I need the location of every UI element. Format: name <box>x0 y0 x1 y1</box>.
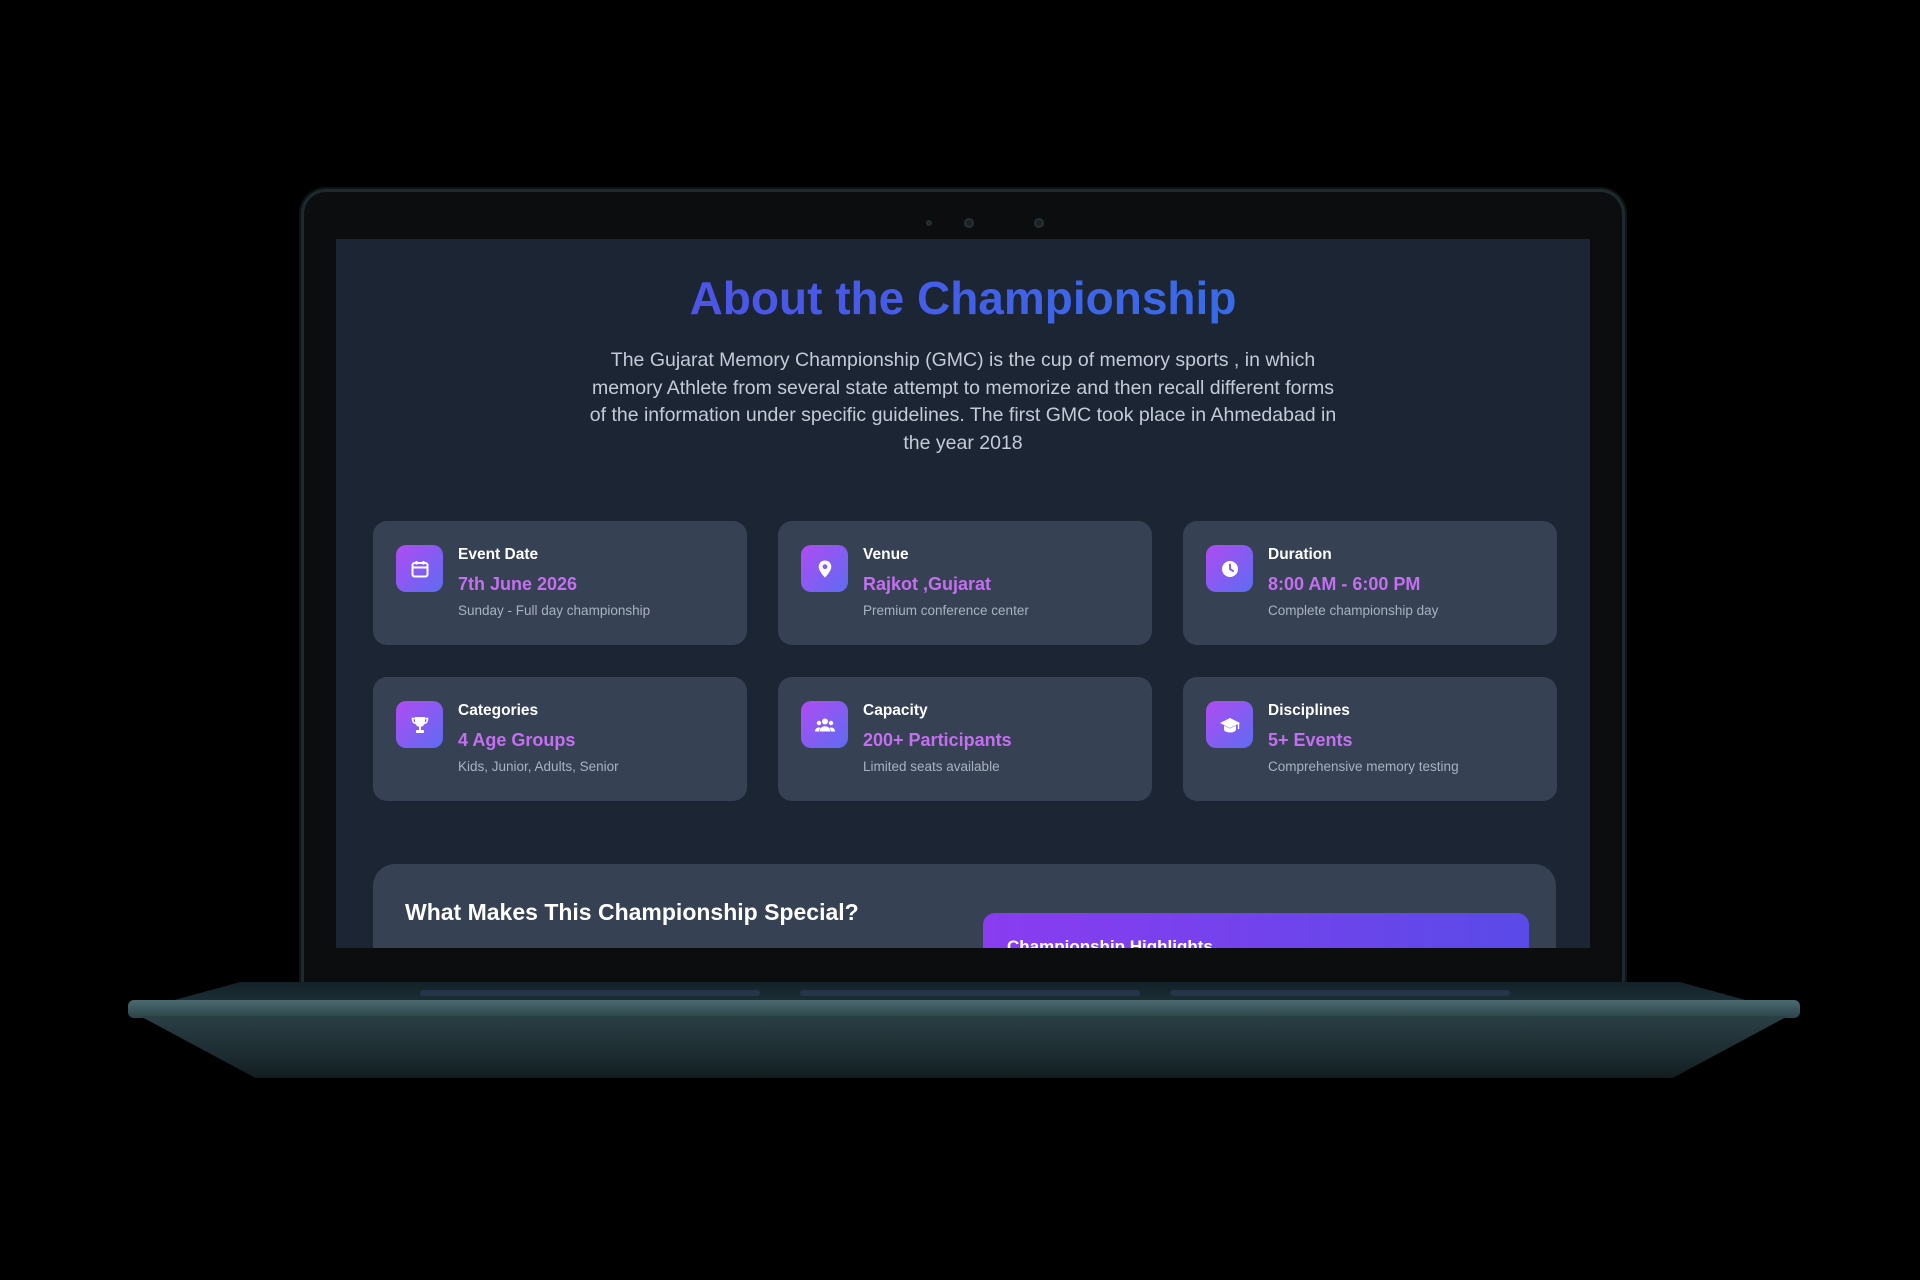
card-value: Rajkot ,Gujarat <box>863 574 992 594</box>
sensor-dot <box>926 220 932 226</box>
screen-reflection <box>1170 990 1510 996</box>
intro-paragraph: The Gujarat Memory Championship (GMC) is… <box>589 349 1337 454</box>
laptop-base-deck <box>128 1000 1800 1018</box>
card-value: 200+ Participants <box>863 730 1012 750</box>
highlights-title: Championship Highlights <box>1007 937 1213 948</box>
info-card-categories: Categories 4 Age Groups Kids, Junior, Ad… <box>373 677 747 801</box>
card-value: 5+ Events <box>1268 730 1353 750</box>
card-subtext: Sunday - Full day championship <box>458 603 651 618</box>
trophy-icon <box>396 701 443 748</box>
card-subtext: Comprehensive memory testing <box>1268 759 1459 774</box>
card-subtext: Limited seats available <box>863 759 1000 774</box>
card-subtext: Complete championship day <box>1268 603 1439 618</box>
card-label: Categories <box>458 702 539 719</box>
highlights-panel: Championship Highlights <box>983 913 1529 948</box>
laptop-lid: About the Championship The Gujarat Memor… <box>304 192 1622 992</box>
info-card-venue: Venue Rajkot ,Gujarat Premium conference… <box>778 521 1152 645</box>
special-section: What Makes This Championship Special? Ch… <box>373 864 1556 948</box>
graduation-cap-icon <box>1206 701 1253 748</box>
info-card-duration: Duration 8:00 AM - 6:00 PM Complete cham… <box>1183 521 1557 645</box>
laptop-base <box>140 1016 1788 1078</box>
info-card-capacity: Capacity 200+ Participants Limited seats… <box>778 677 1152 801</box>
users-icon <box>801 701 848 748</box>
screen-reflection <box>800 990 1140 996</box>
card-label: Event Date <box>458 546 539 563</box>
card-label: Disciplines <box>1268 702 1350 719</box>
light-sensor-dot <box>1034 218 1044 228</box>
info-card-disciplines: Disciplines 5+ Events Comprehensive memo… <box>1183 677 1557 801</box>
card-label: Venue <box>863 546 909 563</box>
laptop-mockup: About the Championship The Gujarat Memor… <box>0 0 1920 1280</box>
card-label: Capacity <box>863 702 928 719</box>
screen-reflection <box>420 990 760 996</box>
card-value: 8:00 AM - 6:00 PM <box>1268 574 1421 594</box>
card-value: 4 Age Groups <box>458 730 576 750</box>
screen: About the Championship The Gujarat Memor… <box>336 239 1590 948</box>
webcam-icon <box>964 218 974 228</box>
card-value: 7th June 2026 <box>458 574 578 594</box>
card-label: Duration <box>1268 546 1332 563</box>
clock-icon <box>1206 545 1253 592</box>
page-title: About the Championship <box>336 271 1590 325</box>
info-card-event-date: Event Date 7th June 2026 Sunday - Full d… <box>373 521 747 645</box>
camera-bar <box>304 218 1622 228</box>
card-subtext: Premium conference center <box>863 603 1029 618</box>
location-pin-icon <box>801 545 848 592</box>
card-subtext: Kids, Junior, Adults, Senior <box>458 759 619 774</box>
calendar-icon <box>396 545 443 592</box>
special-section-title: What Makes This Championship Special? <box>405 899 859 925</box>
